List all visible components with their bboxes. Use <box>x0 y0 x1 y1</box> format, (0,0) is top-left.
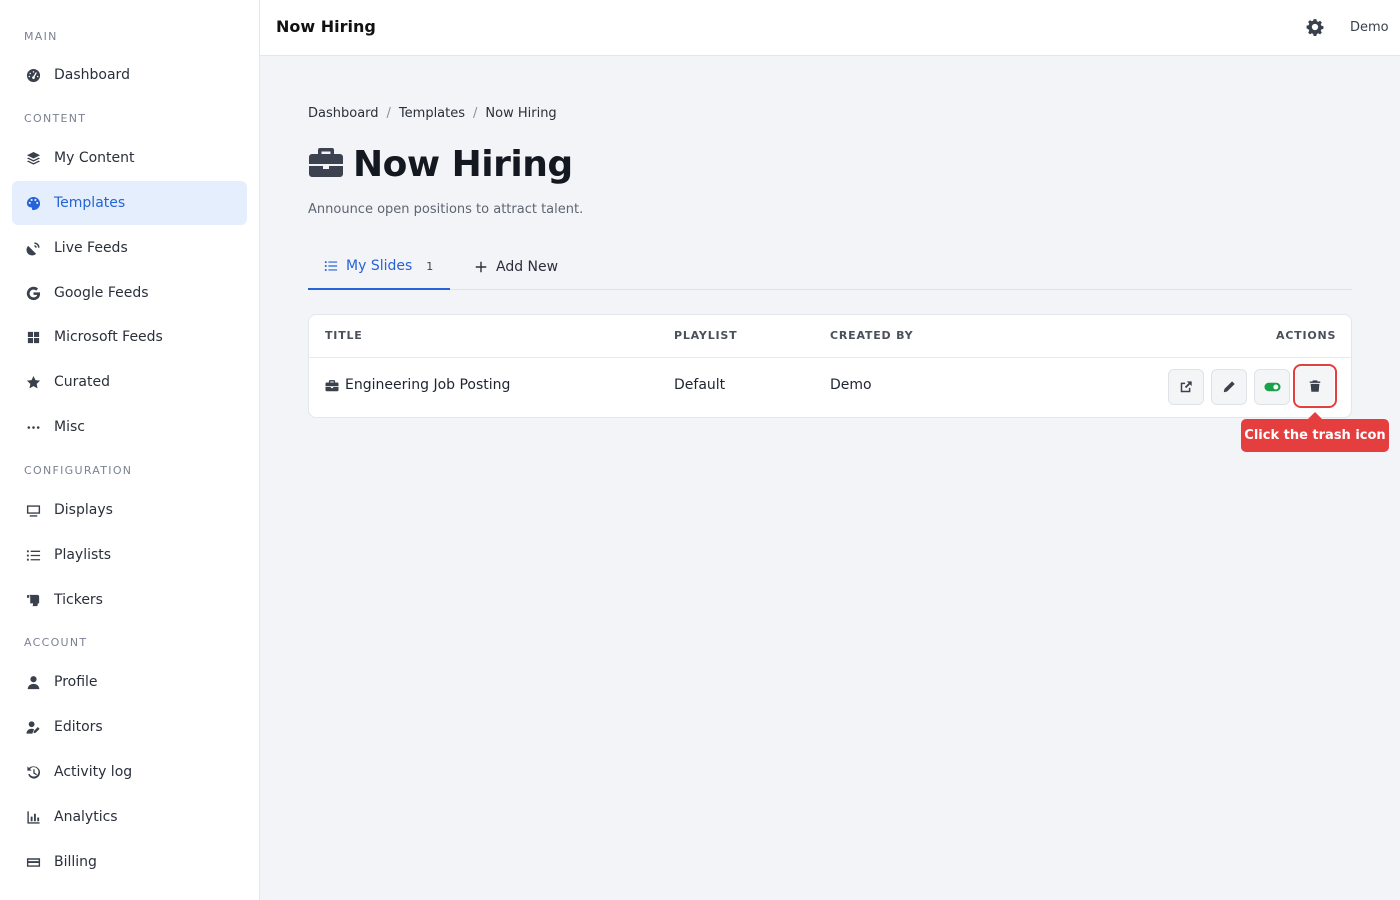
history-icon <box>24 763 42 781</box>
sidebar-item-misc[interactable]: Misc <box>12 405 247 449</box>
sidebar-item-playlists[interactable]: Playlists <box>12 533 247 577</box>
tab-label: Add New <box>496 259 559 275</box>
trash-icon <box>1309 380 1321 392</box>
sidebar-item-label: Curated <box>54 374 110 390</box>
sidebar-item-microsoft-feeds[interactable]: Microsoft Feeds <box>12 315 247 359</box>
page-title: Now Hiring <box>353 144 573 185</box>
list-icon <box>24 546 42 564</box>
column-header-playlist[interactable]: PLAYLIST <box>674 329 737 342</box>
section-label-content: CONTENT <box>24 112 87 125</box>
briefcase-icon <box>308 145 353 184</box>
sidebar-item-label: Live Feeds <box>54 240 128 256</box>
tab-bar: My Slides 1 Add New <box>308 244 1352 290</box>
sidebar-item-label: Analytics <box>54 809 118 825</box>
delete-button[interactable] <box>1293 364 1337 408</box>
user-icon <box>24 673 42 691</box>
sidebar-item-live-feeds[interactable]: Live Feeds <box>12 226 247 270</box>
breadcrumb-current: Now Hiring <box>485 106 557 121</box>
sidebar-item-my-content[interactable]: My Content <box>12 136 247 180</box>
sidebar-item-profile[interactable]: Profile <box>12 660 247 704</box>
sidebar-item-dashboard[interactable]: Dashboard <box>12 53 247 97</box>
sidebar-item-label: Templates <box>54 195 126 211</box>
section-label-account: ACCOUNT <box>24 636 88 649</box>
sidebar-item-templates[interactable]: Templates <box>12 181 247 225</box>
edit-button[interactable] <box>1211 369 1247 405</box>
sidebar-item-label: Playlists <box>54 547 112 563</box>
google-icon <box>24 284 42 302</box>
breadcrumb: Dashboard / Templates / Now Hiring <box>308 106 557 121</box>
sidebar-item-curated[interactable]: Curated <box>12 360 247 404</box>
toggle-active-button[interactable] <box>1254 369 1290 405</box>
layers-icon <box>24 149 42 167</box>
user-menu[interactable]: Demo <box>1350 20 1389 35</box>
sidebar-item-label: Billing <box>54 854 97 870</box>
sidebar-item-label: Profile <box>54 674 98 690</box>
app-title: Now Hiring <box>276 17 376 36</box>
tab-my-slides[interactable]: My Slides 1 <box>308 244 450 290</box>
row-title-text: Engineering Job Posting <box>345 377 511 393</box>
column-header-created-by[interactable]: CREATED BY <box>830 329 913 342</box>
sidebar-item-displays[interactable]: Displays <box>12 488 247 532</box>
sidebar-item-tickers[interactable]: Tickers <box>12 578 247 622</box>
list-icon <box>324 261 338 271</box>
breadcrumb-separator: / <box>386 106 391 121</box>
pencil-icon <box>1223 381 1235 393</box>
sidebar-item-label: Misc <box>54 419 85 435</box>
tab-count-badge: 1 <box>426 259 434 273</box>
sidebar-item-billing[interactable]: Billing <box>12 840 247 884</box>
table-row-title[interactable]: Engineering Job Posting <box>325 377 510 393</box>
sidebar-item-analytics[interactable]: Analytics <box>12 795 247 839</box>
slides-table: TITLE PLAYLIST CREATED BY ACTIONS Engine… <box>308 314 1352 418</box>
sidebar-item-label: Google Feeds <box>54 285 149 301</box>
credit-card-icon <box>24 853 42 871</box>
user-edit-icon <box>24 718 42 736</box>
ellipsis-icon <box>24 418 42 436</box>
sidebar-item-label: Tickers <box>54 592 103 608</box>
external-link-icon <box>1180 381 1192 393</box>
gear-icon[interactable] <box>1306 18 1326 38</box>
row-divider <box>309 357 1351 358</box>
breadcrumb-templates[interactable]: Templates <box>399 106 465 121</box>
table-row-created-by: Demo <box>830 377 872 393</box>
column-header-actions: ACTIONS <box>1276 329 1337 342</box>
palette-icon <box>24 194 42 212</box>
page-subtitle: Announce open positions to attract talen… <box>308 202 584 217</box>
main-content: Dashboard / Templates / Now Hiring Now H… <box>260 56 1400 900</box>
sidebar-item-label: Activity log <box>54 764 133 780</box>
sidebar-item-activity-log[interactable]: Activity log <box>12 750 247 794</box>
open-external-button[interactable] <box>1168 369 1204 405</box>
table-row-playlist: Default <box>674 377 726 393</box>
section-label-main: MAIN <box>24 30 58 43</box>
toggle-on-icon <box>1263 382 1281 392</box>
satellite-dish-icon <box>24 239 42 257</box>
sidebar-item-google-feeds[interactable]: Google Feeds <box>12 271 247 315</box>
sidebar-item-label: My Content <box>54 150 135 166</box>
briefcase-icon <box>325 379 339 391</box>
microsoft-icon <box>24 328 42 346</box>
dashboard-icon <box>24 66 42 84</box>
column-header-title[interactable]: TITLE <box>325 329 363 342</box>
star-icon <box>24 373 42 391</box>
sidebar-item-label: Displays <box>54 502 113 518</box>
sidebar-item-label: Editors <box>54 719 103 735</box>
chart-icon <box>24 808 42 826</box>
sidebar-item-editors[interactable]: Editors <box>12 705 247 749</box>
tab-add-new[interactable]: Add New <box>472 244 558 290</box>
plus-icon <box>475 261 487 273</box>
breadcrumb-separator: / <box>473 106 478 121</box>
sidebar-item-label: Dashboard <box>54 67 130 83</box>
hint-tooltip: Click the trash icon <box>1241 412 1389 452</box>
scroll-icon <box>24 591 42 609</box>
tab-label: My Slides <box>346 258 413 274</box>
sidebar: MAIN Dashboard CONTENT My Content Templa… <box>0 0 260 900</box>
page-header: Now Hiring <box>308 144 573 185</box>
monitor-icon <box>24 501 42 519</box>
top-bar: Now Hiring Demo <box>260 0 1400 56</box>
section-label-configuration: CONFIGURATION <box>24 464 133 477</box>
sidebar-item-label: Microsoft Feeds <box>54 329 163 345</box>
breadcrumb-dashboard[interactable]: Dashboard <box>308 106 379 121</box>
